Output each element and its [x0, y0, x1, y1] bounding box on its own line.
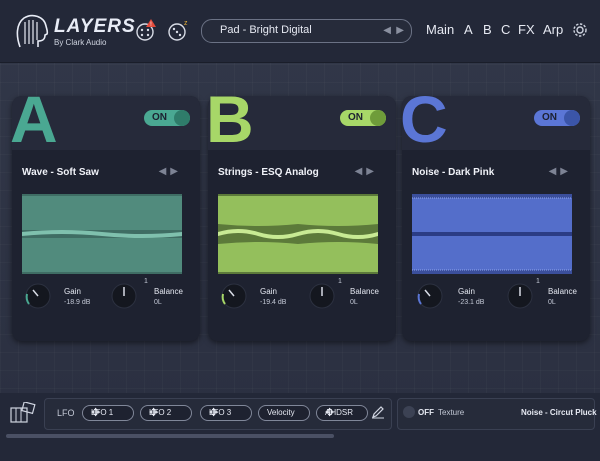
layer-a-gain-label: Gain — [64, 287, 81, 296]
layer-c-panel: C ON Noise - Dark Pink ◀▶ Gain -23.1 dB … — [400, 86, 590, 341]
layer-c-toggle-knob — [564, 110, 580, 126]
layer-b-balance-knob[interactable] — [308, 282, 336, 310]
lfo-title: LFO — [57, 408, 75, 418]
layer-c-balance-label: Balance — [548, 287, 577, 296]
nav-arp[interactable]: Arp — [543, 22, 563, 37]
layer-a-balance-marker: 1 — [144, 278, 148, 285]
app-logo: LAYERS By Clark Audio — [14, 14, 135, 50]
velocity-label: Velocity — [267, 408, 295, 417]
layer-c-balance-marker: 1 — [536, 278, 540, 285]
brand-byline: By Clark Audio — [54, 38, 107, 47]
layer-b-header: B ON — [206, 86, 396, 152]
preset-name: Pad - Bright Digital — [220, 24, 312, 36]
nav-fx[interactable]: FX — [518, 22, 535, 37]
layer-a-wave-arrows[interactable]: ◀▶ — [159, 166, 182, 177]
layer-c-header: C ON — [400, 86, 590, 152]
layer-b-balance-value: 0L — [350, 299, 358, 306]
velocity-slot[interactable]: Velocity — [258, 405, 310, 421]
layer-a-toggle-label: ON — [152, 112, 167, 123]
layer-b-wave-arrows[interactable]: ◀▶ — [355, 166, 378, 177]
piano-icon[interactable] — [10, 402, 36, 424]
ahdsr-slot[interactable]: AHDSR ✥ — [316, 405, 368, 421]
layer-b-letter: B — [206, 82, 254, 156]
layer-a-letter: A — [10, 82, 58, 156]
texture-toggle-label: OFF — [418, 408, 434, 417]
layer-c-letter: C — [400, 82, 448, 156]
layer-c-toggle-label: ON — [542, 112, 557, 123]
layer-b-gain-knob[interactable] — [220, 282, 248, 310]
nav-main[interactable]: Main — [426, 22, 454, 37]
texture-preset-name[interactable]: Noise - Circut Pluck — [521, 408, 597, 417]
layer-a-gain-knob[interactable] — [24, 282, 52, 310]
layer-c-balance-knob[interactable] — [506, 282, 534, 310]
layer-c-wave-name: Noise - Dark Pink — [412, 167, 495, 178]
layer-b-waveform — [218, 194, 378, 274]
layer-b-balance-marker: 1 — [338, 278, 342, 285]
layer-a-header: A ON — [10, 86, 200, 152]
layer-a-waveform — [22, 194, 182, 274]
head-profile-icon — [16, 14, 49, 48]
nav-c[interactable]: C — [501, 22, 510, 37]
svg-text:z: z — [184, 20, 188, 27]
lfo-3-slot[interactable]: LFO 3 ✥ — [200, 405, 252, 421]
plus-icon: ✥ — [209, 407, 219, 419]
prev-preset-arrow[interactable]: ◀ — [383, 25, 391, 36]
pencil-icon[interactable] — [371, 405, 385, 419]
gear-icon[interactable] — [572, 22, 588, 38]
texture-label: Texture — [438, 408, 465, 417]
horizontal-scrollbar[interactable] — [6, 434, 334, 438]
top-bar: LAYERS By Clark Audio ! z Pad - Bright D… — [0, 0, 600, 63]
nav-a[interactable]: A — [464, 22, 473, 37]
layer-c-waveform — [412, 194, 572, 274]
texture-toggle[interactable] — [403, 406, 415, 418]
layer-c-wave-arrows[interactable]: ◀▶ — [549, 166, 572, 177]
layer-b-toggle-label: ON — [348, 112, 363, 123]
nav-b[interactable]: B — [483, 22, 492, 37]
layer-a-panel: A ON Wave - Soft Saw ◀▶ Gain -18.9 dB 1 … — [10, 86, 200, 341]
layer-c-gain-label: Gain — [458, 287, 475, 296]
layer-c-toggle[interactable]: ON — [534, 110, 580, 126]
plus-icon: ✥ — [149, 407, 159, 419]
brand-name: LAYERS — [54, 16, 136, 37]
layer-b-toggle-knob — [370, 110, 386, 126]
layer-c-balance-value: 0L — [548, 299, 556, 306]
dice-warning-icon[interactable]: ! — [134, 18, 158, 42]
layer-a-balance-knob[interactable] — [110, 282, 138, 310]
preset-selector[interactable]: Pad - Bright Digital ◀ ▶ — [201, 19, 412, 43]
random-dice-icon[interactable]: z — [166, 18, 190, 42]
layer-b-wave-name: Strings - ESQ Analog — [218, 167, 319, 178]
layer-c-gain-value: -23.1 dB — [458, 299, 485, 306]
layer-a-toggle-knob — [174, 110, 190, 126]
layer-c-gain-knob[interactable] — [416, 282, 444, 310]
layer-b-balance-label: Balance — [350, 287, 379, 296]
lfo-1-slot[interactable]: LFO 1 ✥ — [82, 405, 134, 421]
layer-a-balance-label: Balance — [154, 287, 183, 296]
layer-a-balance-value: 0L — [154, 299, 162, 306]
layer-b-gain-label: Gain — [260, 287, 277, 296]
next-preset-arrow[interactable]: ▶ — [396, 25, 404, 36]
layer-a-toggle[interactable]: ON — [144, 110, 190, 126]
layer-a-gain-value: -18.9 dB — [64, 299, 91, 306]
layer-a-wave-name: Wave - Soft Saw — [22, 167, 99, 178]
plus-icon: ✥ — [325, 407, 335, 419]
layer-b-panel: B ON Strings - ESQ Analog ◀▶ Gain -19.4 … — [206, 86, 396, 341]
layer-b-gain-value: -19.4 dB — [260, 299, 287, 306]
layer-b-toggle[interactable]: ON — [340, 110, 386, 126]
lfo-2-slot[interactable]: LFO 2 ✥ — [140, 405, 192, 421]
plus-icon: ✥ — [91, 407, 101, 419]
